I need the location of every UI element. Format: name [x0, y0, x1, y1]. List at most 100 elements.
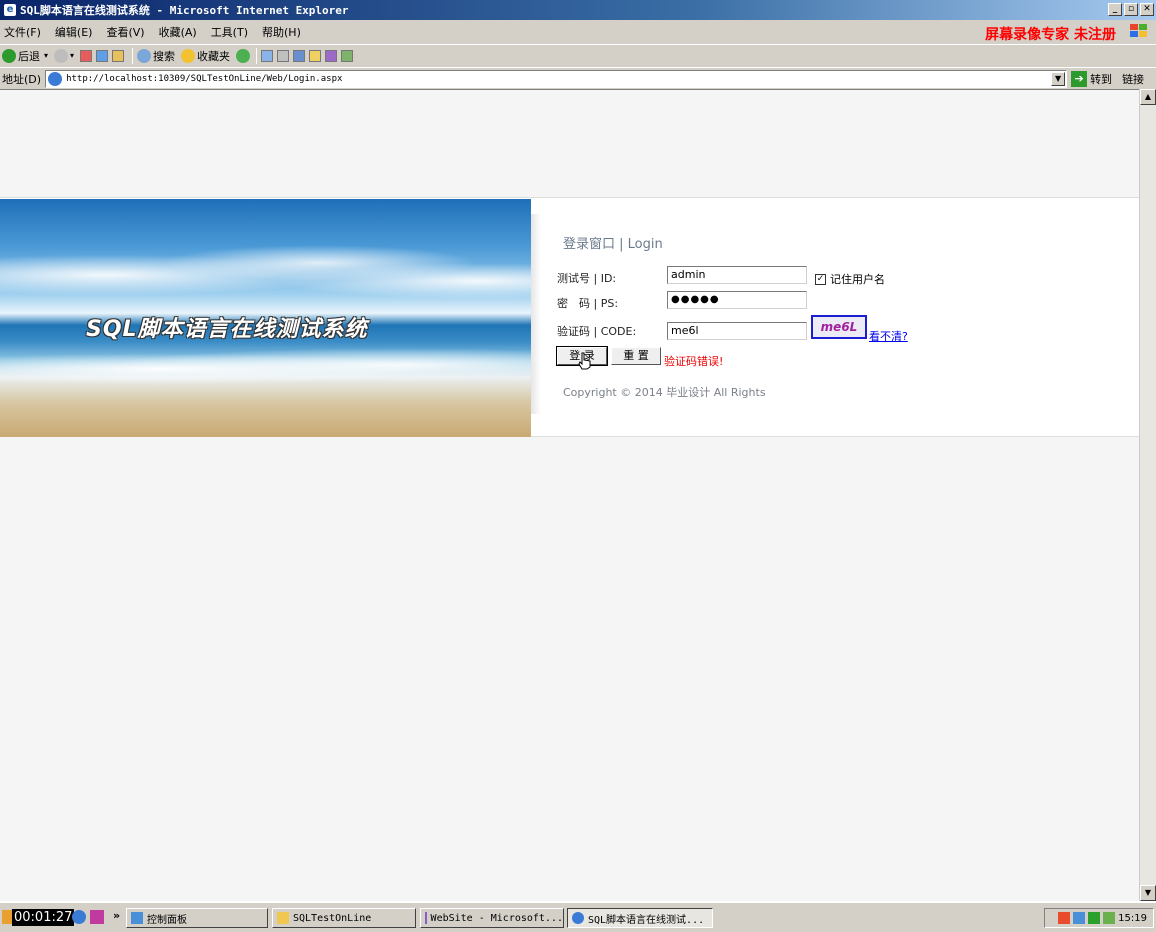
captcha-image[interactable]: me6L — [811, 315, 867, 339]
ie-icon: e — [4, 4, 16, 16]
remember-checkbox[interactable]: ✓ — [815, 273, 826, 285]
star-icon — [181, 48, 196, 63]
visual-studio-icon — [425, 912, 427, 924]
menu-bar: 文件(F) 编辑(E) 查看(V) 收藏(A) 工具(T) 帮助(H) — [0, 21, 1156, 43]
menu-view[interactable]: 查看(V) — [106, 24, 144, 40]
taskbar-label: 控制面板 — [147, 914, 187, 926]
copyright-text: Copyright © 2014 毕业设计 All Rights — [563, 386, 766, 399]
address-bar: 地址(D) http://localhost:10309/SQLTestOnLi… — [0, 67, 1156, 89]
back-arrow-icon — [2, 48, 16, 63]
address-input[interactable]: http://localhost:10309/SQLTestOnLine/Web… — [45, 69, 1068, 88]
toolbar-separator — [256, 47, 258, 64]
minimize-button[interactable]: _ — [1108, 3, 1122, 16]
forward-arrow-icon — [54, 48, 69, 63]
network-icon[interactable] — [1088, 912, 1101, 924]
window-controls: _ ▫ ✕ — [1108, 3, 1154, 16]
hand-cursor-icon — [578, 352, 591, 370]
recording-timer: 00:01:27 — [12, 909, 75, 926]
volume-icon[interactable] — [1073, 912, 1086, 924]
ie-icon — [572, 912, 584, 924]
forward-dropdown-icon[interactable]: ▾ — [70, 51, 74, 60]
taskbar-label: SQL脚本语言在线测试... — [588, 914, 705, 926]
taskbar: 00:01:27 » 控制面板 SQLTestOnLine WebSite - … — [0, 901, 1156, 932]
system-tray: 15:19 — [1044, 908, 1154, 928]
taskbar-button-visual-studio[interactable]: WebSite - Microsoft... — [420, 908, 564, 928]
address-dropdown-icon[interactable]: ▼ — [1051, 71, 1066, 86]
page-icon — [48, 71, 63, 86]
taskbar-button-control-panel[interactable]: 控制面板 — [126, 908, 268, 928]
code-label: 验证码 | CODE: — [557, 325, 637, 338]
reset-button[interactable]: 重 置 — [611, 347, 661, 365]
search-label: 搜索 — [153, 49, 176, 63]
taskbar-label: WebSite - Microsoft... — [430, 912, 563, 924]
security-icon[interactable] — [1103, 912, 1116, 924]
banner-title: SQL脚本语言在线测试系统 — [86, 317, 368, 342]
go-arrow-icon: ➔ — [1071, 70, 1088, 87]
favorites-button[interactable]: 收藏夹 — [181, 48, 230, 64]
menu-edit[interactable]: 编辑(E) — [55, 24, 93, 40]
address-url[interactable]: http://localhost:10309/SQLTestOnLine/Web… — [66, 74, 342, 84]
scroll-up-icon[interactable]: ▲ — [1140, 89, 1156, 105]
standard-toolbar: 后退 ▾ ▾ 搜索 收藏夹 — [0, 44, 1156, 66]
research-icon[interactable] — [341, 49, 354, 62]
search-icon — [137, 48, 152, 63]
go-button[interactable]: ➔ 转到 — [1071, 70, 1113, 87]
clock[interactable]: 15:19 — [1118, 913, 1147, 924]
refresh-icon[interactable] — [96, 49, 109, 62]
menu-favorites[interactable]: 收藏(A) — [159, 24, 197, 40]
forward-button[interactable]: ▾ — [54, 48, 74, 63]
refresh-captcha-link[interactable]: 看不清? — [869, 328, 908, 344]
quicklaunch-overflow-icon[interactable]: » — [113, 909, 120, 922]
home-icon[interactable] — [112, 49, 125, 62]
login-title: 登录窗口 | Login — [563, 237, 663, 252]
page-viewport: SQL脚本语言在线测试系统 登录窗口 | Login 测试号 | ID: adm… — [0, 89, 1139, 901]
back-label: 后退 — [18, 49, 40, 63]
links-button[interactable]: 链接 — [1122, 71, 1144, 87]
taskbar-label: SQLTestOnLine — [293, 912, 372, 924]
back-dropdown-icon[interactable]: ▾ — [44, 51, 48, 60]
remember-label: 记住用户名 — [830, 273, 885, 286]
banner-clouds — [0, 239, 531, 299]
window-title: SQL脚本语言在线测试系统 - Microsoft Internet Explo… — [20, 4, 349, 17]
address-label: 地址(D) — [2, 72, 42, 86]
messenger-icon[interactable] — [325, 49, 338, 62]
ie-quicklaunch-icon[interactable] — [72, 910, 86, 924]
menu-tools[interactable]: 工具(T) — [211, 24, 248, 40]
restore-button[interactable]: ▫ — [1124, 3, 1138, 16]
toolbar-separator — [132, 47, 134, 64]
menu-help[interactable]: 帮助(H) — [262, 24, 301, 40]
id-input[interactable]: admin — [667, 266, 807, 284]
error-message: 验证码错误! — [664, 355, 724, 368]
search-button[interactable]: 搜索 — [137, 48, 175, 64]
panel-divider — [531, 214, 541, 414]
banner-waves — [0, 349, 531, 389]
code-input[interactable]: me6l — [667, 322, 807, 340]
control-panel-icon — [131, 912, 143, 924]
input-method-icon[interactable] — [1058, 912, 1071, 924]
go-label: 转到 — [1090, 72, 1113, 86]
print-icon[interactable] — [277, 49, 290, 62]
window-title-bar: e SQL脚本语言在线测试系统 - Microsoft Internet Exp… — [0, 0, 1156, 20]
id-label: 测试号 | ID: — [557, 272, 617, 285]
discuss-icon[interactable] — [309, 49, 322, 62]
password-label: 密 码 | PS: — [557, 297, 619, 310]
history-icon[interactable] — [236, 48, 251, 63]
menu-file[interactable]: 文件(F) — [4, 24, 41, 40]
quicklaunch-app-icon[interactable] — [90, 910, 104, 924]
scroll-down-icon[interactable]: ▼ — [1140, 885, 1156, 901]
password-input[interactable]: ●●●●● — [667, 291, 807, 309]
close-button[interactable]: ✕ — [1140, 3, 1154, 16]
recorder-watermark: 屏幕录像专家 未注册 — [985, 27, 1116, 43]
folder-icon — [277, 912, 289, 924]
taskbar-button-folder[interactable]: SQLTestOnLine — [272, 908, 416, 928]
vertical-scrollbar[interactable]: ▲ ▼ — [1139, 89, 1156, 901]
windows-flag-icon — [1130, 24, 1147, 37]
stop-icon[interactable] — [80, 49, 93, 62]
back-button[interactable]: 后退 ▾ — [2, 48, 48, 64]
edit-icon[interactable] — [293, 49, 306, 62]
mail-icon[interactable] — [261, 49, 274, 62]
favorites-label: 收藏夹 — [197, 49, 231, 63]
taskbar-button-ie[interactable]: SQL脚本语言在线测试... — [567, 908, 713, 928]
remember-username[interactable]: ✓ 记住用户名 — [815, 271, 885, 287]
beach-banner-image: SQL脚本语言在线测试系统 — [0, 199, 531, 437]
